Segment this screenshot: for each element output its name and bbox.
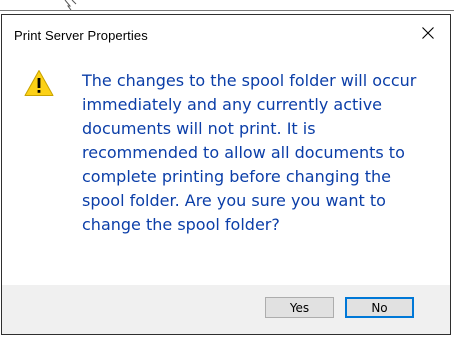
- dialog-title: Print Server Properties: [14, 28, 148, 43]
- warning-icon: [24, 70, 54, 96]
- dialog-button-bar: Yes No: [2, 285, 450, 334]
- close-button[interactable]: [406, 15, 450, 51]
- close-icon: [422, 27, 434, 39]
- dialog-content: The changes to the spool folder will occ…: [2, 55, 450, 285]
- no-button[interactable]: No: [345, 297, 414, 318]
- dialog-message: The changes to the spool folder will occ…: [82, 71, 417, 234]
- mouse-cursor-icon: [64, 0, 77, 10]
- yes-button[interactable]: Yes: [265, 297, 334, 318]
- dialog-titlebar[interactable]: Print Server Properties: [2, 15, 450, 55]
- print-server-properties-dialog: Print Server Properties The changes to t…: [1, 14, 451, 335]
- background-window-edge: [0, 10, 454, 11]
